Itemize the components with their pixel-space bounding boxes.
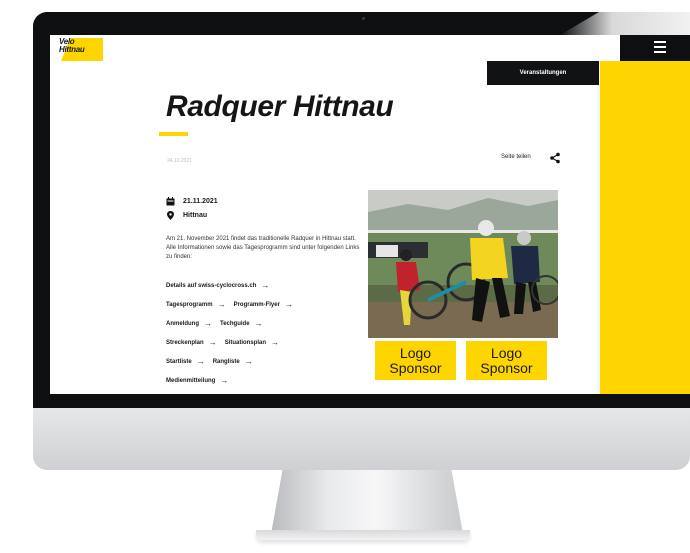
sponsor-1-line1: Logo: [399, 344, 432, 361]
location-pin-icon: [167, 210, 174, 220]
event-link[interactable]: Techguide →: [220, 319, 263, 328]
site-logo-text: Velo Hittnau: [59, 37, 85, 54]
event-link[interactable]: Startliste →: [166, 357, 205, 366]
event-link-label: Programm-Flyer: [233, 301, 280, 308]
share-label: Seite teilen: [501, 154, 531, 160]
event-location-row: Hittnau: [166, 209, 207, 221]
sponsor-2-line2: Sponsor: [480, 359, 533, 376]
link-row: Medienmitteilung →: [166, 371, 366, 390]
sponsor-logo-1[interactable]: Logo Sponsor: [375, 341, 456, 380]
arrow-right-icon: →: [271, 338, 280, 347]
sponsor-2-line1: Logo: [490, 344, 523, 361]
event-link-label: Anmeldung: [166, 320, 199, 327]
arrow-right-icon: →: [244, 357, 253, 366]
title-underline: [159, 132, 188, 136]
monitor-foot: [256, 530, 470, 540]
arrow-right-icon: →: [196, 357, 205, 366]
sidebar-shadow: [595, 61, 600, 394]
screen: Velo Hittnau Veranstaltungen Radquer Hitt…: [50, 35, 690, 394]
event-link[interactable]: Rangliste →: [213, 357, 253, 366]
event-location: Hittnau: [183, 211, 208, 219]
event-link[interactable]: Anmeldung →: [166, 319, 212, 328]
page-title: Radquer Hittnau: [166, 90, 394, 123]
share-icon[interactable]: [549, 152, 561, 164]
yellow-sidebar: [600, 61, 690, 394]
event-link-label: Tagesprogramm: [166, 301, 213, 308]
event-link-label: Techguide: [220, 320, 250, 327]
monitor-chin: [33, 408, 690, 470]
menu-icon[interactable]: [654, 41, 666, 53]
arrow-right-icon: →: [261, 281, 270, 290]
link-row: Anmeldung → Techguide →: [166, 314, 366, 333]
link-row: Details auf swiss-cyclocross.ch →: [166, 276, 366, 295]
event-link[interactable]: Details auf swiss-cyclocross.ch →: [166, 281, 269, 290]
monitor-stand: [271, 470, 463, 534]
event-link[interactable]: Tagesprogramm →: [166, 300, 226, 309]
race-photo: [368, 190, 558, 338]
event-link[interactable]: Medienmitteilung →: [166, 376, 228, 385]
arrow-right-icon: →: [220, 376, 229, 385]
arrow-right-icon: →: [208, 338, 217, 347]
top-bar: [50, 35, 690, 61]
share-button[interactable]: Seite teilen: [501, 154, 531, 160]
intro-text: Am 21. November 2021 findet das traditio…: [166, 236, 360, 260]
event-link-label: Details auf swiss-cyclocross.ch: [166, 282, 257, 289]
sponsor-1-line2: Sponsor: [389, 359, 442, 376]
event-date: 21.11.2021: [183, 197, 218, 205]
event-link-label: Situationsplan: [224, 339, 267, 346]
published-date: 24.10.2021: [167, 158, 193, 164]
event-link-label: Startliste: [166, 358, 192, 365]
link-row: Streckenplan → Situationsplan →: [166, 333, 366, 352]
event-link[interactable]: Streckenplan →: [166, 338, 217, 347]
arrow-right-icon: →: [284, 300, 293, 309]
arrow-right-icon: →: [254, 319, 263, 328]
link-row: Startliste → Rangliste →: [166, 352, 366, 371]
event-date-row: 21.11.2021: [166, 195, 218, 207]
event-link[interactable]: Programm-Flyer →: [234, 300, 293, 309]
sponsor-logo-2[interactable]: Logo Sponsor: [466, 341, 547, 380]
nav-tab-events[interactable]: Veranstaltungen: [487, 61, 599, 85]
camera-dot: [362, 17, 365, 20]
link-list: Details auf swiss-cyclocross.ch → Tagespro…: [166, 276, 366, 390]
event-link[interactable]: Situationsplan →: [225, 338, 279, 347]
event-link-label: Streckenplan: [166, 339, 204, 346]
link-row: Tagesprogramm → Programm-Flyer →: [166, 295, 366, 314]
arrow-right-icon: →: [217, 300, 226, 309]
event-link-label: Medienmitteilung: [166, 377, 216, 384]
calendar-icon: [166, 196, 175, 205]
arrow-right-icon: →: [204, 319, 212, 328]
event-link-label: Rangliste: [212, 358, 240, 365]
